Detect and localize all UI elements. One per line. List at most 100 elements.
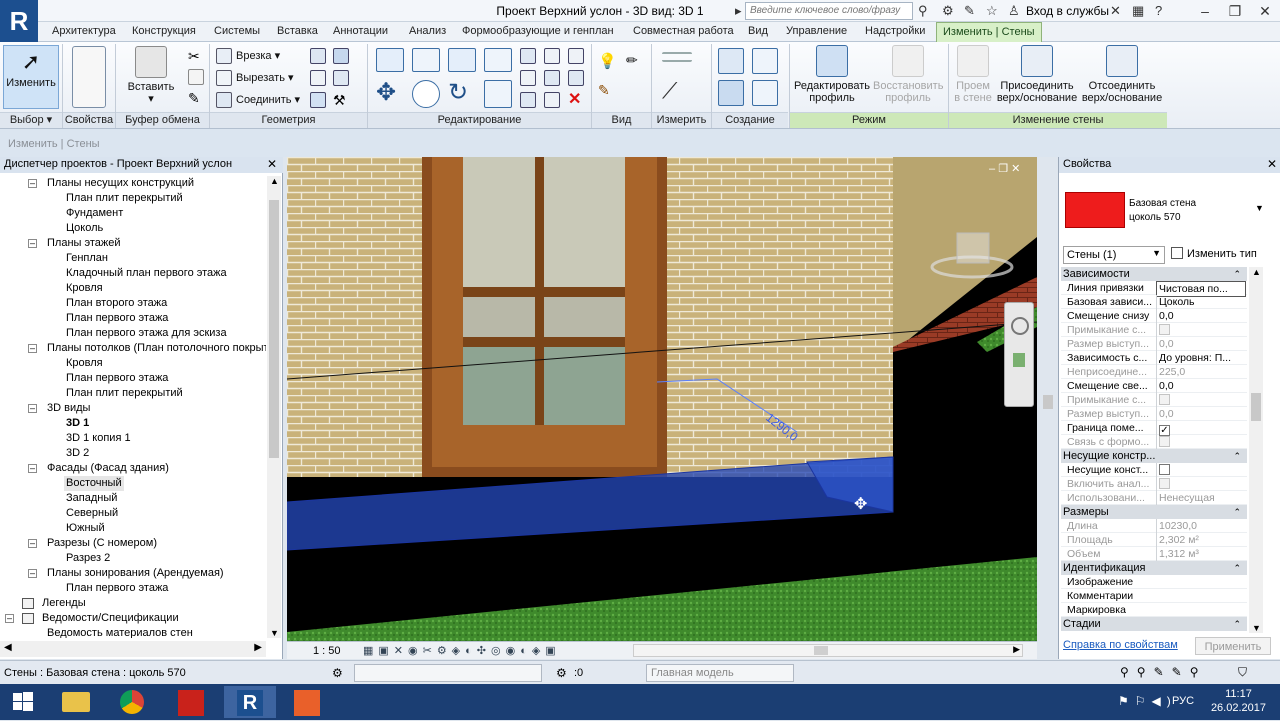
copy-icon[interactable]	[188, 69, 204, 85]
login-button[interactable]: Вход в службы	[1026, 4, 1109, 18]
taskbar-revit[interactable]: R	[224, 686, 276, 718]
scroll-down-icon[interactable]: ▼	[1252, 623, 1261, 633]
help-search-input[interactable]: Введите ключевое слово/фразу	[745, 2, 913, 20]
close-icon[interactable]: ✕	[1267, 157, 1277, 171]
edit-profile-button[interactable]: Редактировать профиль	[792, 45, 872, 104]
expand-arrow-icon[interactable]: ▸	[735, 3, 742, 19]
split-element-icon[interactable]	[520, 48, 536, 64]
offset-icon[interactable]	[412, 48, 440, 72]
collapse-icon[interactable]: ⌃	[1233, 617, 1241, 631]
trim-extend-icon[interactable]	[484, 80, 512, 108]
collapse-icon[interactable]: –	[28, 239, 37, 248]
scroll-right-icon[interactable]: ▶	[1013, 644, 1020, 655]
copy-elements-icon[interactable]	[412, 80, 440, 108]
minimize-button[interactable]: –	[1190, 0, 1220, 22]
reset-profile-button[interactable]: Восстановить профиль	[873, 45, 943, 104]
scroll-left-icon[interactable]: ◀	[4, 642, 12, 653]
property-checkbox[interactable]	[1156, 463, 1246, 477]
wall-opening-button[interactable]: Проем в стене	[952, 45, 994, 104]
chevron-down-icon[interactable]: ▼	[1255, 203, 1264, 213]
user-icon[interactable]: ♙	[1008, 3, 1020, 19]
view-scale[interactable]: 1 : 50	[313, 645, 341, 657]
unpin-icon[interactable]	[544, 92, 560, 108]
taskbar-acrobat[interactable]	[166, 686, 218, 718]
detach-top-base-button[interactable]: Отсоединить верх/основание	[1080, 45, 1164, 104]
windows-start-button[interactable]	[0, 686, 46, 718]
create-group-icon[interactable]	[718, 80, 744, 106]
collapse-icon[interactable]: –	[28, 179, 37, 188]
trim-multiple-icon[interactable]	[568, 70, 584, 86]
delete-icon[interactable]: ✕	[568, 92, 584, 108]
cut-geometry-button[interactable]: Врезка ▾	[236, 49, 280, 62]
trim-single-icon[interactable]	[568, 48, 584, 64]
worksets-icon[interactable]: ⚙	[332, 666, 343, 680]
scroll-right-icon[interactable]: ▶	[254, 642, 262, 653]
mirror-axis-icon[interactable]	[448, 48, 476, 72]
create-assembly-icon[interactable]	[718, 48, 744, 74]
scissors-icon[interactable]: ✂	[188, 48, 204, 64]
taskbar-recorder[interactable]	[282, 686, 334, 718]
exchange-icon[interactable]: ✕	[1110, 3, 1121, 19]
project-browser-scrollbar[interactable]: ▲ ▼	[267, 176, 281, 638]
binoculars-icon[interactable]: ⚲	[918, 3, 928, 19]
collapse-icon[interactable]: ⌃	[1233, 561, 1241, 575]
panel-select[interactable]: Выбор ▾	[0, 112, 62, 128]
match-properties-icon[interactable]: ✎	[188, 90, 204, 106]
tab-insert[interactable]: Вставка	[277, 25, 318, 37]
property-value[interactable]: 0,0	[1156, 379, 1246, 393]
paint-icon[interactable]	[310, 92, 326, 108]
type-selector[interactable]: Базовая стена цоколь 570	[1129, 197, 1196, 225]
clock[interactable]: 11:17 26.02.2017	[1211, 687, 1266, 715]
pin-icon[interactable]	[520, 92, 536, 108]
property-value[interactable]: 0,0	[1156, 309, 1246, 323]
help-icon[interactable]: ?	[1155, 3, 1162, 18]
close-view-icon[interactable]: ✕	[1011, 163, 1020, 175]
measure-icon[interactable]	[662, 52, 692, 62]
rotate-icon[interactable]: ↻	[448, 80, 476, 108]
demolish-hammer-icon[interactable]: ⚒	[333, 92, 349, 108]
collapse-icon[interactable]: ⌃	[1233, 505, 1241, 519]
design-options-icon[interactable]: ⚙	[556, 666, 567, 680]
zoom-icon[interactable]	[1013, 353, 1025, 367]
app-menu-button[interactable]: R	[0, 0, 38, 42]
scroll-thumb[interactable]	[269, 200, 279, 458]
edit-type-button[interactable]: Изменить тип	[1171, 247, 1257, 260]
tab-addins[interactable]: Надстройки	[865, 25, 925, 37]
unjoin-button[interactable]: Вырезать ▾	[236, 71, 294, 84]
3d-view-canvas[interactable]: 1290,0 ✥ – ❐ ✕	[287, 157, 1037, 641]
wall-joins-icon[interactable]	[310, 48, 326, 64]
tab-architecture[interactable]: Архитектура	[52, 25, 116, 37]
split-face-icon[interactable]	[310, 70, 326, 86]
scroll-down-icon[interactable]: ▼	[270, 628, 279, 638]
property-category[interactable]: Идентификация ⌃	[1061, 561, 1247, 575]
mirror-draw-icon[interactable]	[484, 48, 512, 72]
selection-filter-icons[interactable]: ⚲⚲✎✎⚲	[1120, 665, 1206, 679]
apply-button[interactable]: Применить	[1195, 637, 1271, 655]
modify-button[interactable]: ➚ Изменить	[3, 45, 59, 109]
tab-view[interactable]: Вид	[748, 25, 768, 37]
3d-scene[interactable]: 1290,0 ✥	[287, 157, 1037, 641]
property-value[interactable]: Цоколь	[1156, 295, 1246, 309]
scroll-thumb[interactable]	[1043, 395, 1053, 409]
collapse-icon[interactable]: –	[28, 464, 37, 473]
scroll-up-icon[interactable]: ▲	[1252, 267, 1261, 277]
scale-icon[interactable]	[544, 70, 560, 86]
create-similar-icon[interactable]	[752, 80, 778, 106]
properties-scrollbar[interactable]: ▲ ▼	[1249, 267, 1263, 633]
property-category[interactable]: Зависимости ⌃	[1061, 267, 1247, 281]
restore-view-icon[interactable]: ❐	[998, 163, 1008, 175]
close-icon[interactable]: ✕	[267, 157, 277, 171]
maximize-button[interactable]: ❐	[1220, 0, 1250, 22]
tab-massing[interactable]: Формообразующие и генплан	[462, 25, 614, 37]
hide-bulb-icon[interactable]: 💡	[598, 52, 617, 70]
properties-button[interactable]	[69, 46, 109, 108]
property-category[interactable]: Размеры ⌃	[1061, 505, 1247, 519]
collapse-icon[interactable]: –	[28, 404, 37, 413]
tab-analyze[interactable]: Анализ	[409, 25, 446, 37]
collapse-icon[interactable]: –	[28, 539, 37, 548]
close-button[interactable]: ✕	[1250, 0, 1280, 22]
split-gap-icon[interactable]	[544, 48, 560, 64]
align-icon[interactable]	[376, 48, 404, 72]
instance-filter-select[interactable]: Стены (1) ▼	[1063, 246, 1165, 264]
override-brush-icon[interactable]: ✏	[626, 52, 642, 68]
